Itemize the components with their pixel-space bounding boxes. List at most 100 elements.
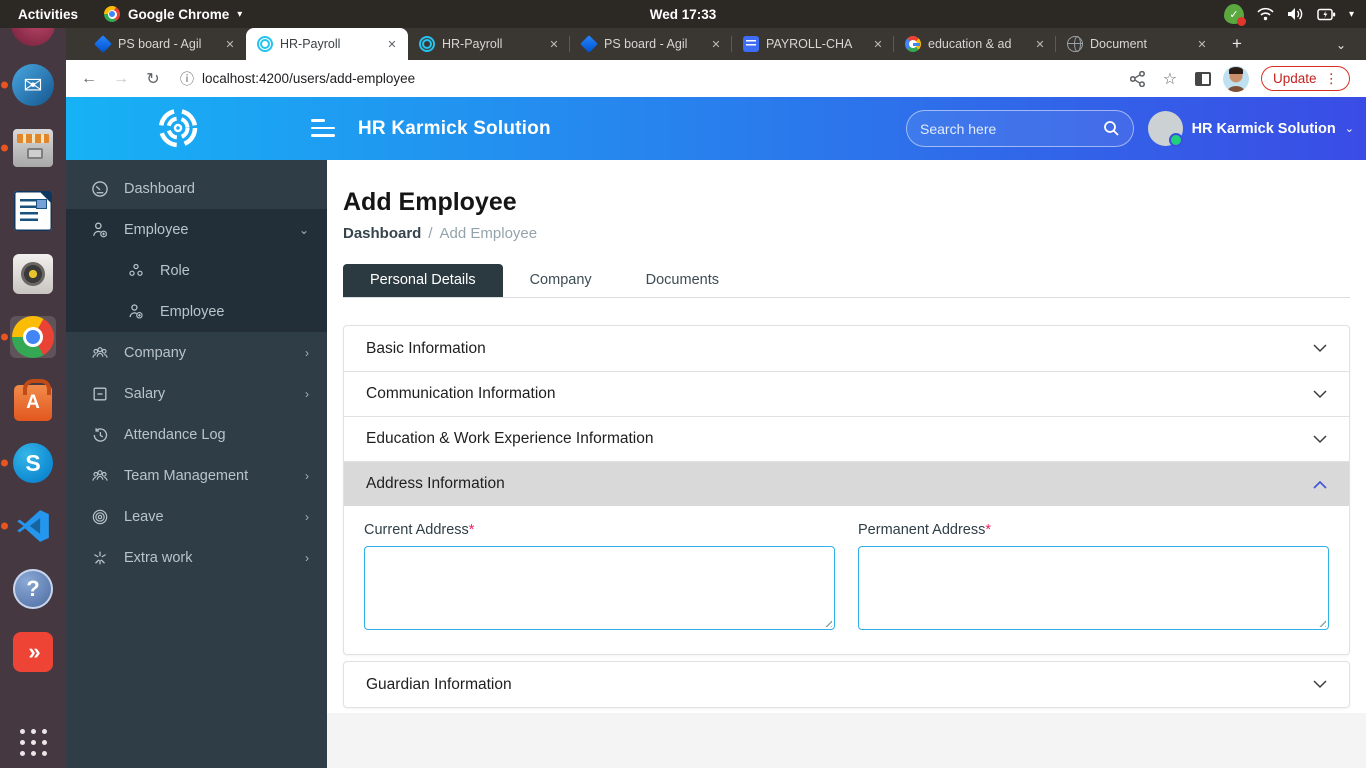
breadcrumb-current: Add Employee: [439, 225, 538, 242]
page-title: Add Employee: [343, 188, 517, 216]
question-icon: ?: [13, 569, 53, 609]
hamburger-menu-icon[interactable]: [311, 119, 335, 137]
main-content: Add Employee Dashboard / Add Employee Pe…: [327, 160, 1366, 768]
breadcrumb-dashboard[interactable]: Dashboard: [343, 225, 421, 242]
dock-thunderbird[interactable]: [1, 64, 56, 106]
menu-dots-icon[interactable]: ⋮: [1325, 71, 1339, 87]
dock-ubuntu-software[interactable]: A: [10, 378, 56, 421]
close-icon[interactable]: ✕: [1194, 36, 1210, 52]
close-icon[interactable]: ✕: [870, 36, 886, 52]
accordion-communication-information[interactable]: Communication Information: [344, 371, 1349, 416]
tab-documents[interactable]: Documents: [619, 264, 746, 297]
browser-tab[interactable]: PAYROLL-CHA ✕: [731, 28, 894, 60]
current-address-textarea[interactable]: [364, 546, 835, 630]
search-icon[interactable]: [1103, 120, 1120, 137]
user-menu[interactable]: HR Karmick Solution ⌄: [1147, 97, 1354, 160]
dock-help[interactable]: ?: [10, 568, 56, 610]
share-icon[interactable]: [1129, 70, 1145, 87]
dock-libreoffice-writer[interactable]: [10, 190, 56, 232]
clock[interactable]: Wed 17:33: [650, 7, 717, 22]
bookmark-star-icon[interactable]: ☆: [1157, 66, 1183, 92]
sidebar-item-employee-sub[interactable]: Employee: [66, 291, 327, 332]
required-mark: *: [468, 522, 475, 538]
close-icon[interactable]: ✕: [546, 36, 562, 52]
search-input[interactable]: [920, 120, 1103, 137]
accordion-education-work-information[interactable]: Education & Work Experience Information: [344, 416, 1349, 461]
sidebar-item-salary[interactable]: Salary ›: [66, 373, 327, 414]
app-menu[interactable]: Google Chrome ▾: [104, 6, 242, 22]
accordion-basic-information[interactable]: Basic Information: [344, 326, 1349, 371]
jira-icon: [580, 35, 598, 53]
sidebar: Dashboard Employee ⌄ Role Employee Compa…: [66, 160, 327, 768]
sidebar-item-company[interactable]: Company ›: [66, 332, 327, 373]
chevron-right-icon: ›: [305, 550, 309, 565]
dock-rhythmbox[interactable]: [10, 253, 56, 295]
vscode-icon: [17, 510, 49, 542]
target-icon: [92, 509, 108, 524]
browser-tab-active[interactable]: HR-Payroll ✕: [246, 28, 408, 60]
close-icon[interactable]: ✕: [222, 36, 238, 52]
ubuntu-dock: A S ? »: [0, 2, 66, 768]
tab-personal-details[interactable]: Personal Details: [343, 264, 503, 297]
dock-file-archiver[interactable]: [1, 127, 56, 169]
volume-icon: [1287, 8, 1303, 20]
writer-icon: [14, 191, 52, 231]
activities-button[interactable]: Activities: [18, 7, 78, 22]
tab-company[interactable]: Company: [503, 264, 619, 297]
sidebar-item-dashboard[interactable]: Dashboard: [66, 168, 327, 209]
sidebar-item-role[interactable]: Role: [66, 250, 327, 291]
new-tab-button[interactable]: +: [1232, 34, 1242, 54]
breadcrumb-separator: /: [428, 225, 433, 242]
chevron-down-icon: ⌄: [1344, 123, 1354, 135]
dock-vscode[interactable]: [1, 505, 56, 547]
ubuntu-top-bar: Activities Google Chrome ▾ Wed 17:33 ✓ ▾: [0, 0, 1366, 28]
thunderbird-icon: [12, 64, 54, 106]
chevron-right-icon: ›: [305, 509, 309, 524]
form-tabs: Personal Details Company Documents: [343, 264, 1350, 298]
google-icon: [905, 36, 921, 52]
hr-payroll-icon: [257, 36, 273, 52]
app-title: HR Karmick Solution: [358, 117, 551, 139]
dock-skype[interactable]: S: [1, 442, 56, 484]
browser-tab[interactable]: PS board - Agil ✕: [84, 28, 246, 60]
system-tray[interactable]: ✓ ▾: [1223, 4, 1354, 26]
browser-tab[interactable]: education & ad ✕: [893, 28, 1056, 60]
user-avatar: [1147, 111, 1183, 147]
tab-search-icon[interactable]: ⌄: [1336, 38, 1346, 52]
browser-tab[interactable]: HR-Payroll ✕: [408, 28, 570, 60]
accordion-guardian-information[interactable]: Guardian Information: [344, 662, 1349, 707]
breadcrumb: Dashboard / Add Employee: [343, 225, 1350, 242]
browser-tab[interactable]: Document ✕: [1055, 28, 1218, 60]
dock-anydesk[interactable]: »: [10, 631, 56, 673]
profile-avatar[interactable]: [1222, 65, 1249, 92]
chrome-icon: [12, 316, 54, 358]
update-button[interactable]: Update ⋮: [1260, 66, 1350, 91]
accordion-guardian-card: Guardian Information: [343, 661, 1350, 708]
search-box[interactable]: [906, 110, 1134, 147]
sidebar-item-attendance-log[interactable]: Attendance Log: [66, 414, 327, 455]
sidebar-item-leave[interactable]: Leave ›: [66, 496, 327, 537]
url-text[interactable]: localhost:4200/users/add-employee: [202, 71, 415, 86]
back-button[interactable]: ←: [76, 66, 102, 92]
dock-app-grid[interactable]: [10, 714, 56, 756]
user-name: HR Karmick Solution: [1191, 120, 1336, 137]
accordion-address-information[interactable]: Address Information: [344, 461, 1349, 506]
close-icon[interactable]: ✕: [384, 36, 400, 52]
address-bar[interactable]: ⓘ localhost:4200/users/add-employee: [180, 69, 1124, 89]
sidebar-item-team-management[interactable]: Team Management ›: [66, 455, 327, 496]
dock-chrome[interactable]: [1, 316, 56, 358]
close-icon[interactable]: ✕: [1032, 36, 1048, 52]
chrome-icon: [104, 6, 121, 22]
chevron-up-icon: [1313, 480, 1327, 489]
forward-button[interactable]: →: [108, 66, 134, 92]
site-info-icon[interactable]: ⓘ: [180, 69, 194, 89]
browser-tab[interactable]: PS board - Agil ✕: [569, 28, 732, 60]
permanent-address-textarea[interactable]: [858, 546, 1329, 630]
sidebar-item-extra-work[interactable]: Extra work ›: [66, 537, 327, 578]
sidebar-item-employee[interactable]: Employee ⌄: [66, 209, 327, 250]
notification-badge-icon[interactable]: ✓: [1223, 4, 1246, 26]
close-icon[interactable]: ✕: [708, 36, 724, 52]
app-grid-icon: [19, 729, 47, 756]
side-panel-icon[interactable]: [1194, 71, 1211, 86]
reload-button[interactable]: ↻: [140, 66, 166, 92]
